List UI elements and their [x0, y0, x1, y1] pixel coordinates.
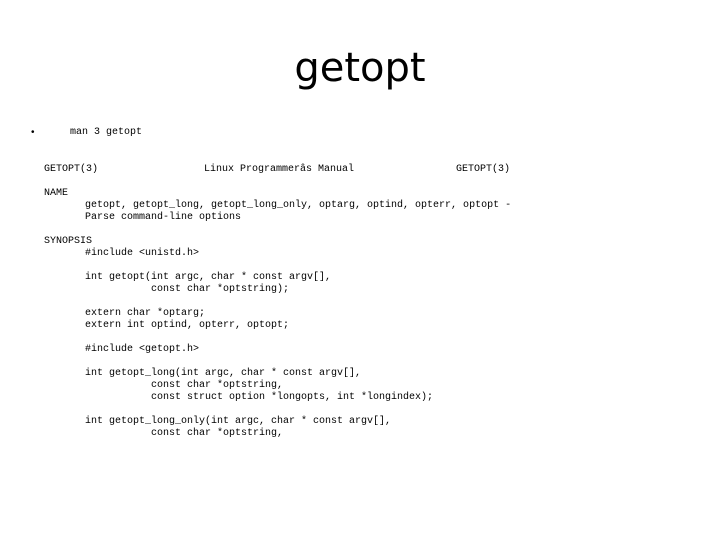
- manpage-header-left: GETOPT(3): [44, 164, 99, 175]
- manpage-header-right: GETOPT(3): [456, 164, 511, 175]
- manpage-header-center: Linux Programmerâs Manual: [204, 164, 355, 175]
- slide-title: getopt: [294, 45, 426, 91]
- include-getopt-line: #include <getopt.h>: [85, 344, 200, 355]
- bullet-command-text: man 3 getopt: [70, 127, 143, 138]
- name-section-heading: NAME: [44, 188, 69, 199]
- getopt-long-only-declaration-line: int getopt_long_only(int argc, char * co…: [85, 416, 392, 427]
- extern-declaration-line: extern char *optarg;: [85, 308, 206, 319]
- bullet-icon: •: [31, 127, 35, 138]
- name-section-line: Parse command-line options: [85, 212, 242, 223]
- getopt-long-only-declaration-line: const char *optstring,: [85, 428, 284, 439]
- getopt-declaration-line: int getopt(int argc, char * const argv[]…: [85, 272, 332, 283]
- include-unistd-line: #include <unistd.h>: [85, 248, 200, 259]
- getopt-declaration-line: const char *optstring);: [85, 284, 290, 295]
- getopt-long-declaration-line: const struct option *longopts, int *long…: [85, 392, 434, 403]
- getopt-long-declaration-line: const char *optstring,: [85, 380, 284, 391]
- name-section-line: getopt, getopt_long, getopt_long_only, o…: [85, 200, 512, 211]
- getopt-long-declaration-line: int getopt_long(int argc, char * const a…: [85, 368, 362, 379]
- synopsis-section-heading: SYNOPSIS: [44, 236, 93, 247]
- extern-declaration-line: extern int optind, opterr, optopt;: [85, 320, 290, 331]
